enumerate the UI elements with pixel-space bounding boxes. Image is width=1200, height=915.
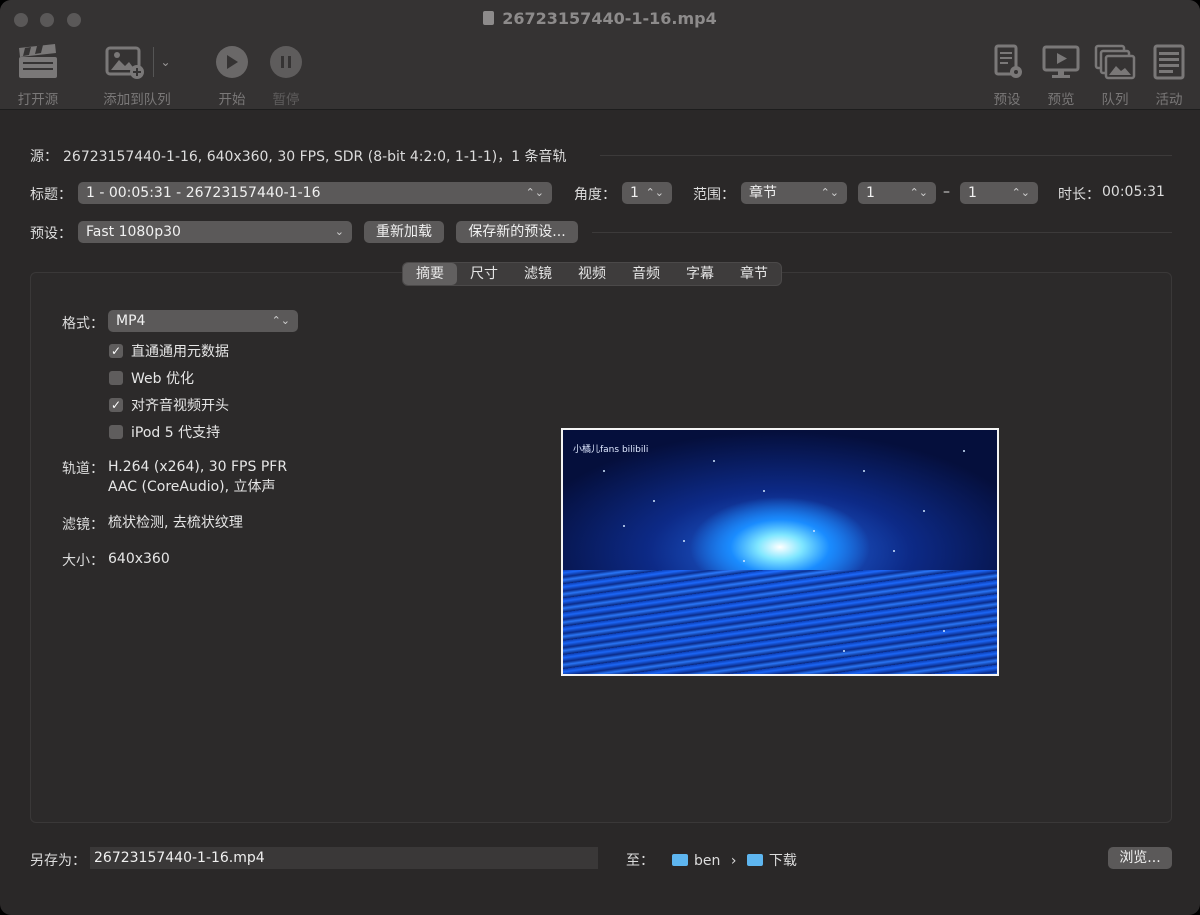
add-to-queue-button[interactable]: ⌄ 添加到队列 <box>96 42 178 108</box>
range-label: 范围： <box>693 187 735 203</box>
destination-path[interactable]: ben › 下载 <box>672 850 797 870</box>
home-folder-icon <box>672 854 688 866</box>
monitor-icon <box>1042 45 1080 78</box>
format-select[interactable]: MP4 ⌃⌄ <box>108 310 298 332</box>
tab-audio[interactable]: 音频 <box>619 263 673 285</box>
tab-video[interactable]: 视频 <box>565 263 619 285</box>
save-as-filename-input[interactable] <box>90 847 598 869</box>
app-window: 26723157440-1-16.mp4 打开源 ⌄ 添加到队列 开始 暂停 预… <box>0 0 1200 915</box>
web-optimize-checkbox[interactable]: Web 优化 <box>109 368 194 388</box>
checkmark-icon: ✓ <box>109 398 123 412</box>
queue-photos-icon <box>1094 44 1136 80</box>
duration-value: 00:05:31 <box>1102 184 1165 200</box>
video-preview-thumbnail[interactable]: 小橘儿fans bilibili <box>561 428 999 676</box>
browse-button[interactable]: 浏览... <box>1108 847 1172 869</box>
angle-label: 角度： <box>574 187 616 203</box>
source-info: 26723157440-1-16, 640x360, 30 FPS, SDR (… <box>63 149 567 165</box>
open-source-button[interactable]: 打开源 <box>10 42 66 108</box>
presets-button[interactable]: 预设 <box>986 42 1028 108</box>
tracks-video: H.264 (x264), 30 FPS PFR <box>108 459 288 475</box>
preset-label: 预设： <box>30 226 72 242</box>
save-as-label: 另存为： <box>30 853 86 869</box>
stepper-arrows-icon: ⌃⌄ <box>909 186 928 199</box>
activity-log-icon <box>1153 44 1185 80</box>
range-dash: – <box>943 184 950 200</box>
clapperboard-icon <box>19 44 57 78</box>
path-user: ben <box>694 853 721 869</box>
path-folder: 下载 <box>768 853 797 869</box>
format-label: 格式： <box>62 316 104 332</box>
stepper-arrows-icon: ⌃⌄ <box>271 314 290 327</box>
add-photo-icon <box>105 46 145 79</box>
source-label: 源： <box>30 149 58 165</box>
title-label: 标题： <box>30 187 72 203</box>
tracks-label: 轨道： <box>62 461 104 477</box>
stepper-arrows-icon: ⌃⌄ <box>820 186 839 199</box>
size-value: 640x360 <box>108 551 170 567</box>
range-start-select[interactable]: 1 ⌃⌄ <box>858 182 936 204</box>
size-label: 大小： <box>62 553 104 569</box>
tab-subtitles[interactable]: 字幕 <box>673 263 727 285</box>
chevron-down-icon[interactable]: ⌄ <box>160 55 170 69</box>
pause-button[interactable]: 暂停 <box>264 42 308 108</box>
tab-summary[interactable]: 摘要 <box>403 263 457 285</box>
preview-watermark: 小橘儿fans bilibili <box>573 445 649 455</box>
tab-chapters[interactable]: 章节 <box>727 263 781 285</box>
queue-button[interactable]: 队列 <box>1094 42 1136 108</box>
range-type-select[interactable]: 章节 ⌃⌄ <box>741 182 847 204</box>
preset-document-icon <box>994 44 1022 78</box>
range-end-select[interactable]: 1 ⌃⌄ <box>960 182 1038 204</box>
angle-select[interactable]: 1 ⌃⌄ <box>622 182 672 204</box>
chevron-down-icon: ⌄ <box>334 225 344 238</box>
stepper-arrows-icon: ⌃⌄ <box>1011 186 1030 199</box>
stepper-arrows-icon: ⌃⌄ <box>645 186 664 199</box>
save-new-preset-button[interactable]: 保存新的预设... <box>456 221 578 243</box>
preset-select[interactable]: Fast 1080p30 ⌄ <box>78 221 352 243</box>
toolbar: 26723157440-1-16.mp4 打开源 ⌄ 添加到队列 开始 暂停 预… <box>0 0 1200 110</box>
start-button[interactable]: 开始 <box>210 42 254 108</box>
window-title: 26723157440-1-16.mp4 <box>0 9 1200 28</box>
destination-label: 至： <box>626 853 654 869</box>
tab-bar: 摘要 尺寸 滤镜 视频 音频 字幕 章节 <box>402 262 782 286</box>
downloads-folder-icon <box>746 854 763 866</box>
tracks-audio: AAC (CoreAudio), 立体声 <box>108 479 276 495</box>
preview-button[interactable]: 预览 <box>1040 42 1082 108</box>
passthru-metadata-checkbox[interactable]: ✓ 直通通用元数据 <box>109 341 229 361</box>
filters-value: 梳状检测, 去梳状纹理 <box>108 515 243 531</box>
reload-button[interactable]: 重新加载 <box>364 221 444 243</box>
activity-button[interactable]: 活动 <box>1148 42 1190 108</box>
stepper-arrows-icon: ⌃⌄ <box>525 186 544 199</box>
ipod-5g-support-checkbox[interactable]: iPod 5 代支持 <box>109 422 220 442</box>
title-select[interactable]: 1 - 00:05:31 - 26723157440-1-16 ⌃⌄ <box>78 182 552 204</box>
duration-label: 时长： <box>1058 187 1100 203</box>
align-av-start-checkbox[interactable]: ✓ 对齐音视频开头 <box>109 395 229 415</box>
checkmark-icon: ✓ <box>109 344 123 358</box>
tab-filters[interactable]: 滤镜 <box>511 263 565 285</box>
pause-icon <box>270 46 302 78</box>
play-icon <box>216 46 248 78</box>
document-icon <box>483 11 495 25</box>
filters-label: 滤镜： <box>62 517 104 533</box>
tab-dimensions[interactable]: 尺寸 <box>457 263 511 285</box>
